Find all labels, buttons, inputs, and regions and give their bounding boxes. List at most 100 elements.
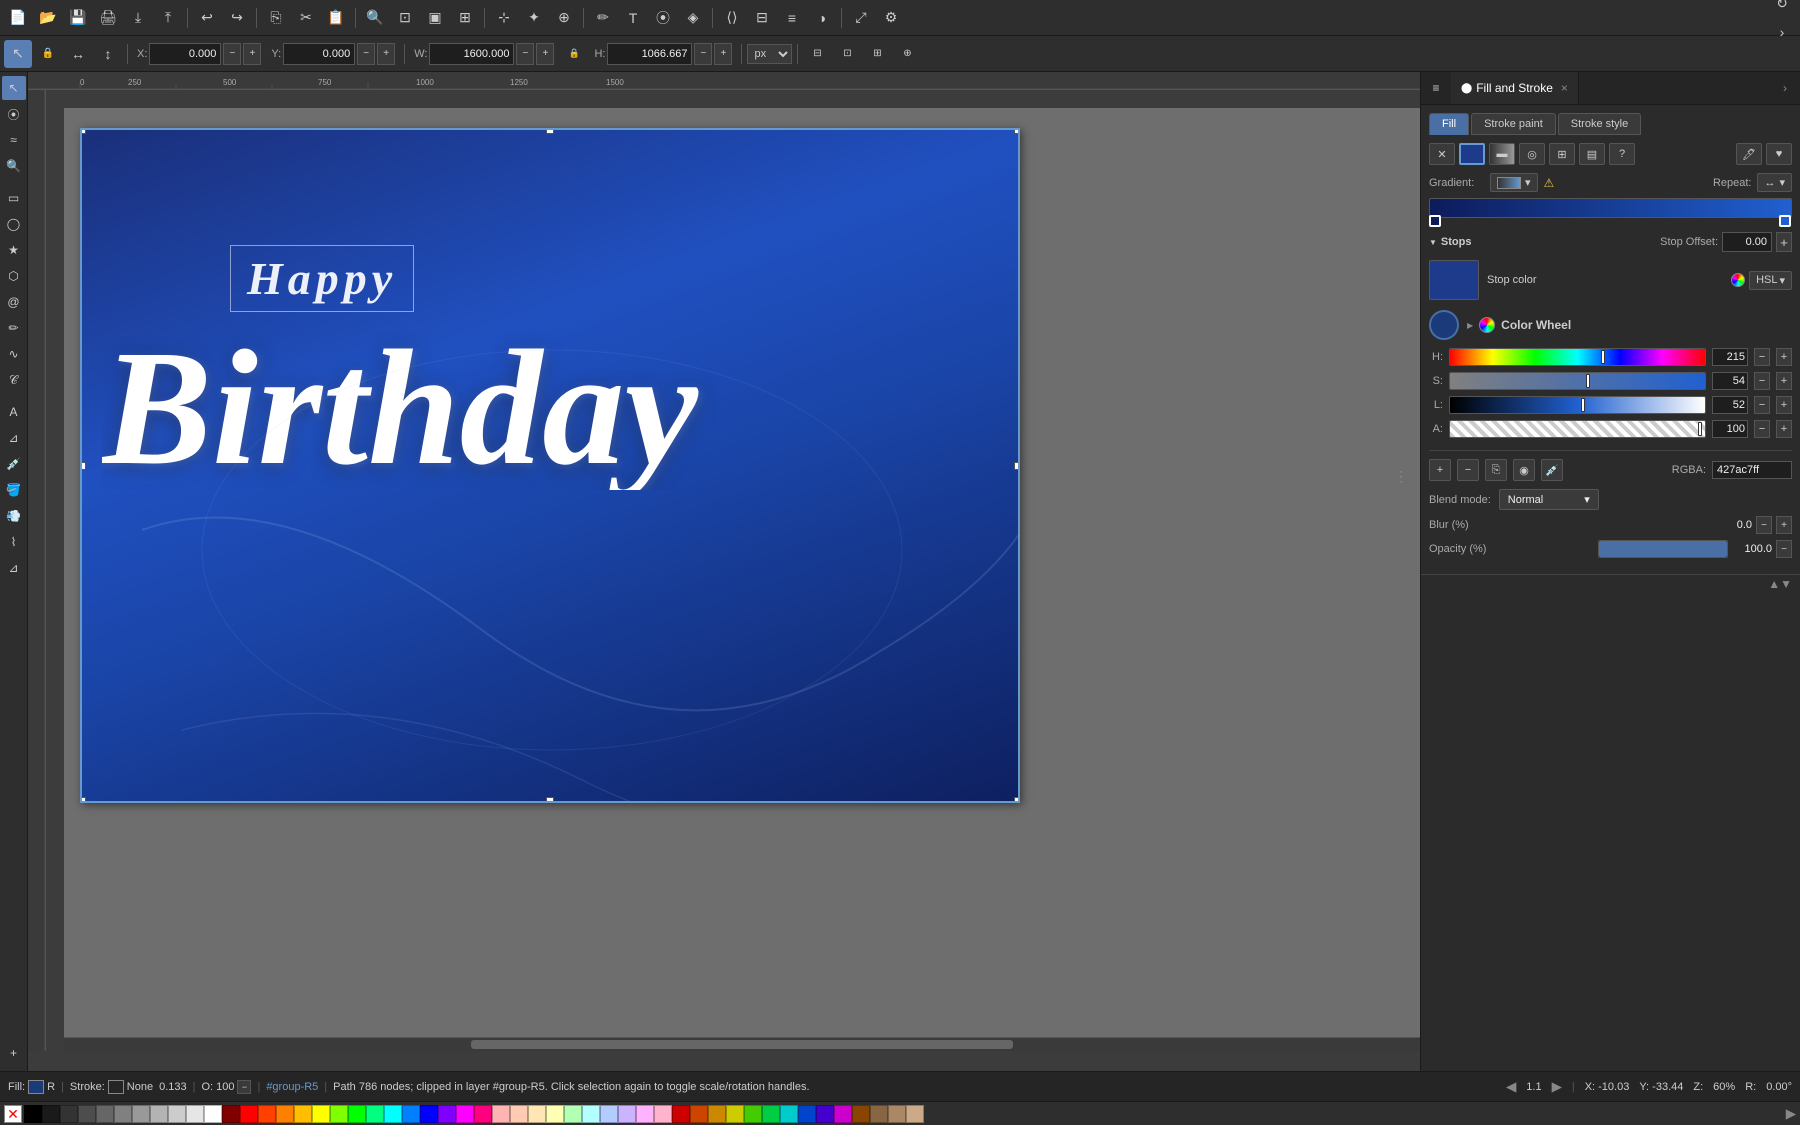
tweak-tool[interactable]: ≈: [2, 128, 26, 152]
canvas-area[interactable]: Happy Birthday: [64, 108, 1420, 1051]
palette-swatch-25[interactable]: [474, 1105, 492, 1123]
fill-stroke[interactable]: ◑: [808, 4, 836, 32]
palette-swatch-15[interactable]: [294, 1105, 312, 1123]
view-btn3[interactable]: ⊞: [863, 40, 891, 68]
w-plus[interactable]: +: [536, 43, 554, 65]
palette-swatch-6[interactable]: [132, 1105, 150, 1123]
transform-tool[interactable]: ⤢: [847, 4, 875, 32]
scroll-down-btn[interactable]: ▼: [1780, 577, 1792, 591]
new-button[interactable]: 📄: [4, 4, 32, 32]
h-minus[interactable]: −: [694, 43, 712, 65]
cut-button[interactable]: ✂: [292, 4, 320, 32]
x-input[interactable]: [149, 43, 221, 65]
auto-scroll[interactable]: ↻: [1768, 0, 1796, 18]
swatch-btn[interactable]: ▤: [1579, 143, 1605, 165]
view-btn1[interactable]: ⊟: [803, 40, 831, 68]
print-button[interactable]: 🖨: [94, 4, 122, 32]
tab-stroke-style[interactable]: Stroke style: [1558, 113, 1641, 135]
h-scrollbar[interactable]: [64, 1037, 1420, 1051]
palette-swatch-16[interactable]: [312, 1105, 330, 1123]
fill-color-box[interactable]: [28, 1080, 44, 1094]
dup-stop-btn[interactable]: ⎘: [1485, 459, 1507, 481]
view-btn2[interactable]: ⊡: [833, 40, 861, 68]
palette-swatch-26[interactable]: [492, 1105, 510, 1123]
l-plus[interactable]: +: [1776, 396, 1792, 414]
paste-button[interactable]: 📋: [322, 4, 350, 32]
palette-swatch-20[interactable]: [384, 1105, 402, 1123]
l-thumb[interactable]: [1581, 398, 1585, 412]
w-minus[interactable]: −: [516, 43, 534, 65]
a-minus[interactable]: −: [1754, 420, 1770, 438]
connector-tool[interactable]: ⌇: [2, 530, 26, 554]
s-thumb[interactable]: [1586, 374, 1590, 388]
repeat-select[interactable]: ↔ ▾: [1757, 173, 1792, 192]
text-tool-left[interactable]: A: [2, 400, 26, 424]
a-value-input[interactable]: [1712, 420, 1748, 438]
grad-stop-left[interactable]: [1429, 215, 1441, 227]
panel-icon[interactable]: ≡: [1421, 72, 1451, 104]
palette-swatch-39[interactable]: [726, 1105, 744, 1123]
palette-swatch-24[interactable]: [456, 1105, 474, 1123]
y-minus[interactable]: −: [357, 43, 375, 65]
linear-grad-btn[interactable]: ▬: [1489, 143, 1515, 165]
l-value-input[interactable]: [1712, 396, 1748, 414]
pencil-tool[interactable]: ✏: [2, 316, 26, 340]
palette-swatch-35[interactable]: [654, 1105, 672, 1123]
calligraphy-tool[interactable]: 𝒞: [2, 368, 26, 392]
palette-swatch-28[interactable]: [528, 1105, 546, 1123]
palette-swatch-5[interactable]: [114, 1105, 132, 1123]
h-input[interactable]: [607, 43, 692, 65]
tab-fill[interactable]: Fill: [1429, 113, 1469, 135]
settings-button[interactable]: ⚙: [877, 4, 905, 32]
palette-swatch-31[interactable]: [582, 1105, 600, 1123]
opacity-minus[interactable]: −: [1776, 540, 1792, 558]
lock-aspect[interactable]: 🔒: [560, 40, 588, 68]
palette-swatch-27[interactable]: [510, 1105, 528, 1123]
tab-stroke-paint[interactable]: Stroke paint: [1471, 113, 1556, 135]
eye-btn[interactable]: ◉: [1513, 459, 1535, 481]
warn-btn[interactable]: ⚠: [1544, 176, 1555, 190]
palette-swatch-33[interactable]: [618, 1105, 636, 1123]
pattern-btn[interactable]: ⊞: [1549, 143, 1575, 165]
palette-swatch-4[interactable]: [96, 1105, 114, 1123]
s-value-input[interactable]: [1712, 372, 1748, 390]
remove-stop-btn[interactable]: −: [1457, 459, 1479, 481]
edit-gradient-btn[interactable]: 🖊: [1736, 143, 1762, 165]
palette-swatch-34[interactable]: [636, 1105, 654, 1123]
copy-button[interactable]: ⎘: [262, 4, 290, 32]
panel-close-btn[interactable]: ×: [1561, 81, 1568, 95]
lock-toggle[interactable]: 🔒: [34, 40, 62, 68]
palette-swatch-23[interactable]: [438, 1105, 456, 1123]
spray-tool[interactable]: 💨: [2, 504, 26, 528]
blend-mode-select[interactable]: Normal ▾: [1499, 489, 1599, 510]
shape-tool[interactable]: ◈: [679, 4, 707, 32]
stop-offset-plus[interactable]: +: [1776, 232, 1792, 252]
palette-swatch-48[interactable]: [888, 1105, 906, 1123]
handle-br[interactable]: [1014, 797, 1018, 801]
palette-swatch-44[interactable]: [816, 1105, 834, 1123]
measure-tool[interactable]: ⊿: [2, 556, 26, 580]
palette-swatch-30[interactable]: [564, 1105, 582, 1123]
blur-minus[interactable]: −: [1756, 516, 1772, 534]
zoom-tool[interactable]: 🔍: [2, 154, 26, 178]
palette-swatch-14[interactable]: [276, 1105, 294, 1123]
blur-plus[interactable]: +: [1776, 516, 1792, 534]
snap-button[interactable]: ⊹: [490, 4, 518, 32]
palette-swatch-29[interactable]: [546, 1105, 564, 1123]
export-button[interactable]: ⤒: [154, 4, 182, 32]
dropper-btn[interactable]: 💉: [1541, 459, 1563, 481]
w-input[interactable]: [429, 43, 514, 65]
stop-offset-input[interactable]: [1722, 232, 1772, 252]
layer-props[interactable]: ≡: [778, 4, 806, 32]
palette-swatch-12[interactable]: [240, 1105, 258, 1123]
palette-swatch-2[interactable]: [60, 1105, 78, 1123]
y-plus[interactable]: +: [377, 43, 395, 65]
s-plus[interactable]: +: [1776, 372, 1792, 390]
circle-tool[interactable]: ◯: [2, 212, 26, 236]
palette-scroll-right[interactable]: ▶: [1786, 1106, 1796, 1122]
palette-swatch-17[interactable]: [330, 1105, 348, 1123]
text-tool[interactable]: T: [619, 4, 647, 32]
a-slider[interactable]: [1449, 420, 1706, 438]
x-plus[interactable]: +: [243, 43, 261, 65]
palette-swatch-37[interactable]: [690, 1105, 708, 1123]
